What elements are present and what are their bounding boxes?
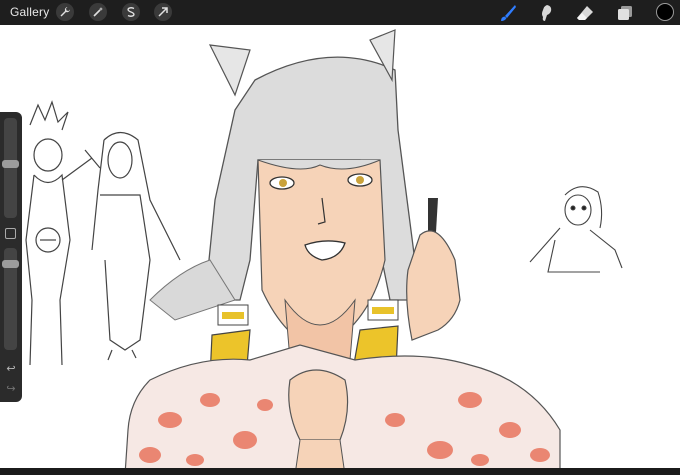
magic-wand-icon — [93, 7, 103, 17]
fist-hand — [288, 369, 349, 441]
left-sidebar: ↩ ↪ — [0, 112, 22, 402]
top-toolbar: Gallery — [0, 0, 680, 25]
eraser-icon — [577, 6, 593, 20]
smudge-tool-button[interactable] — [535, 2, 557, 24]
brush-icon — [501, 5, 516, 21]
actions-button[interactable] — [56, 3, 74, 21]
transform-button[interactable] — [154, 3, 172, 21]
selection-s-icon — [127, 7, 135, 17]
color-picker-button[interactable] — [656, 3, 674, 21]
brush-size-thumb[interactable] — [2, 160, 19, 168]
sketch-figures-left — [25, 100, 181, 366]
undo-button[interactable]: ↩ — [4, 363, 18, 375]
wrench-icon — [60, 7, 70, 17]
layers-button[interactable] — [614, 2, 636, 24]
modify-button[interactable] — [5, 228, 16, 239]
layers-icon — [618, 6, 632, 20]
transform-arrow-icon — [158, 7, 168, 17]
drawing-canvas[interactable] — [0, 25, 680, 475]
raised-hand — [406, 230, 461, 341]
bottom-bar — [0, 468, 680, 475]
artwork — [25, 29, 623, 475]
adjustments-button[interactable] — [89, 3, 107, 21]
paint-tool-button[interactable] — [497, 2, 519, 24]
smudge-icon — [542, 5, 552, 21]
gallery-button[interactable]: Gallery — [10, 5, 49, 19]
redo-button[interactable]: ↪ — [4, 383, 18, 395]
opacity-thumb[interactable] — [2, 260, 19, 268]
opacity-slider[interactable] — [2, 248, 19, 350]
erase-tool-button[interactable] — [574, 2, 596, 24]
selection-button[interactable] — [122, 3, 140, 21]
brush-size-slider[interactable] — [2, 118, 19, 218]
sketch-figure-right — [529, 186, 623, 273]
